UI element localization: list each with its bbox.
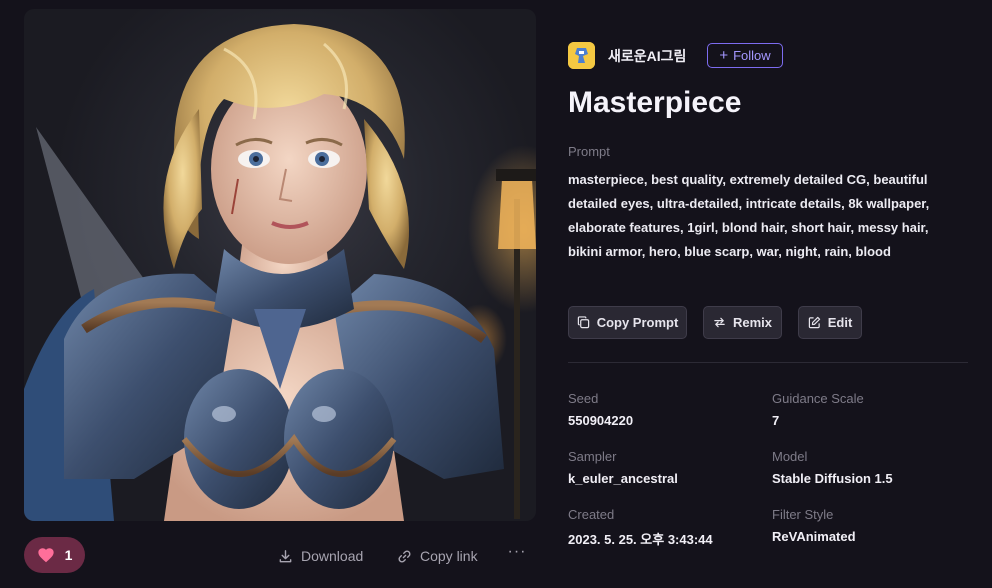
filter-style-value: ReVAnimated xyxy=(772,529,856,544)
edit-label: Edit xyxy=(827,315,853,330)
created-label: Created xyxy=(568,507,615,522)
copy-link-label: Copy link xyxy=(420,548,478,564)
sampler-value: k_euler_ancestral xyxy=(568,471,678,486)
artwork-illustration xyxy=(24,24,536,521)
more-options-icon[interactable]: ··· xyxy=(507,543,527,565)
like-button[interactable]: 1 xyxy=(24,537,85,573)
copy-icon xyxy=(577,316,589,329)
avatar-icon xyxy=(568,42,595,69)
artwork-image[interactable] xyxy=(24,9,536,521)
follow-button[interactable]: + Follow xyxy=(707,43,783,68)
download-button[interactable]: Download xyxy=(278,545,363,567)
seed-label: Seed xyxy=(568,391,599,406)
seed-value: 550904220 xyxy=(568,413,634,428)
artwork-title: Masterpiece xyxy=(568,86,742,119)
author-name[interactable]: 새로운AI그림 xyxy=(608,46,686,66)
download-label: Download xyxy=(301,548,364,564)
guidance-scale-label: Guidance Scale xyxy=(772,391,864,406)
remix-label: Remix xyxy=(732,315,773,330)
sampler-label: Sampler xyxy=(568,449,617,464)
copy-prompt-label: Copy Prompt xyxy=(596,315,679,330)
edit-button[interactable]: Edit xyxy=(798,306,862,339)
follow-label: Follow xyxy=(733,48,771,63)
like-count: 1 xyxy=(64,547,73,563)
copy-link-button[interactable]: Copy link xyxy=(397,545,478,567)
edit-icon xyxy=(808,316,820,329)
remix-icon xyxy=(714,317,725,328)
divider xyxy=(568,362,968,363)
copy-prompt-button[interactable]: Copy Prompt xyxy=(568,306,687,339)
model-label: Model xyxy=(772,449,808,464)
heart-icon xyxy=(37,548,54,563)
model-value: Stable Diffusion 1.5 xyxy=(772,471,893,486)
remix-button[interactable]: Remix xyxy=(703,306,782,339)
created-value: 2023. 5. 25. 오후 3:43:44 xyxy=(568,532,713,547)
author-avatar[interactable] xyxy=(568,42,595,69)
filter-style-label: Filter Style xyxy=(772,507,834,522)
prompt-text: masterpiece, best quality, extremely det… xyxy=(568,172,930,259)
guidance-scale-value: 7 xyxy=(772,413,780,428)
download-icon xyxy=(279,549,292,562)
plus-icon: + xyxy=(719,47,729,64)
prompt-label: Prompt xyxy=(568,144,610,159)
link-icon xyxy=(398,550,411,562)
